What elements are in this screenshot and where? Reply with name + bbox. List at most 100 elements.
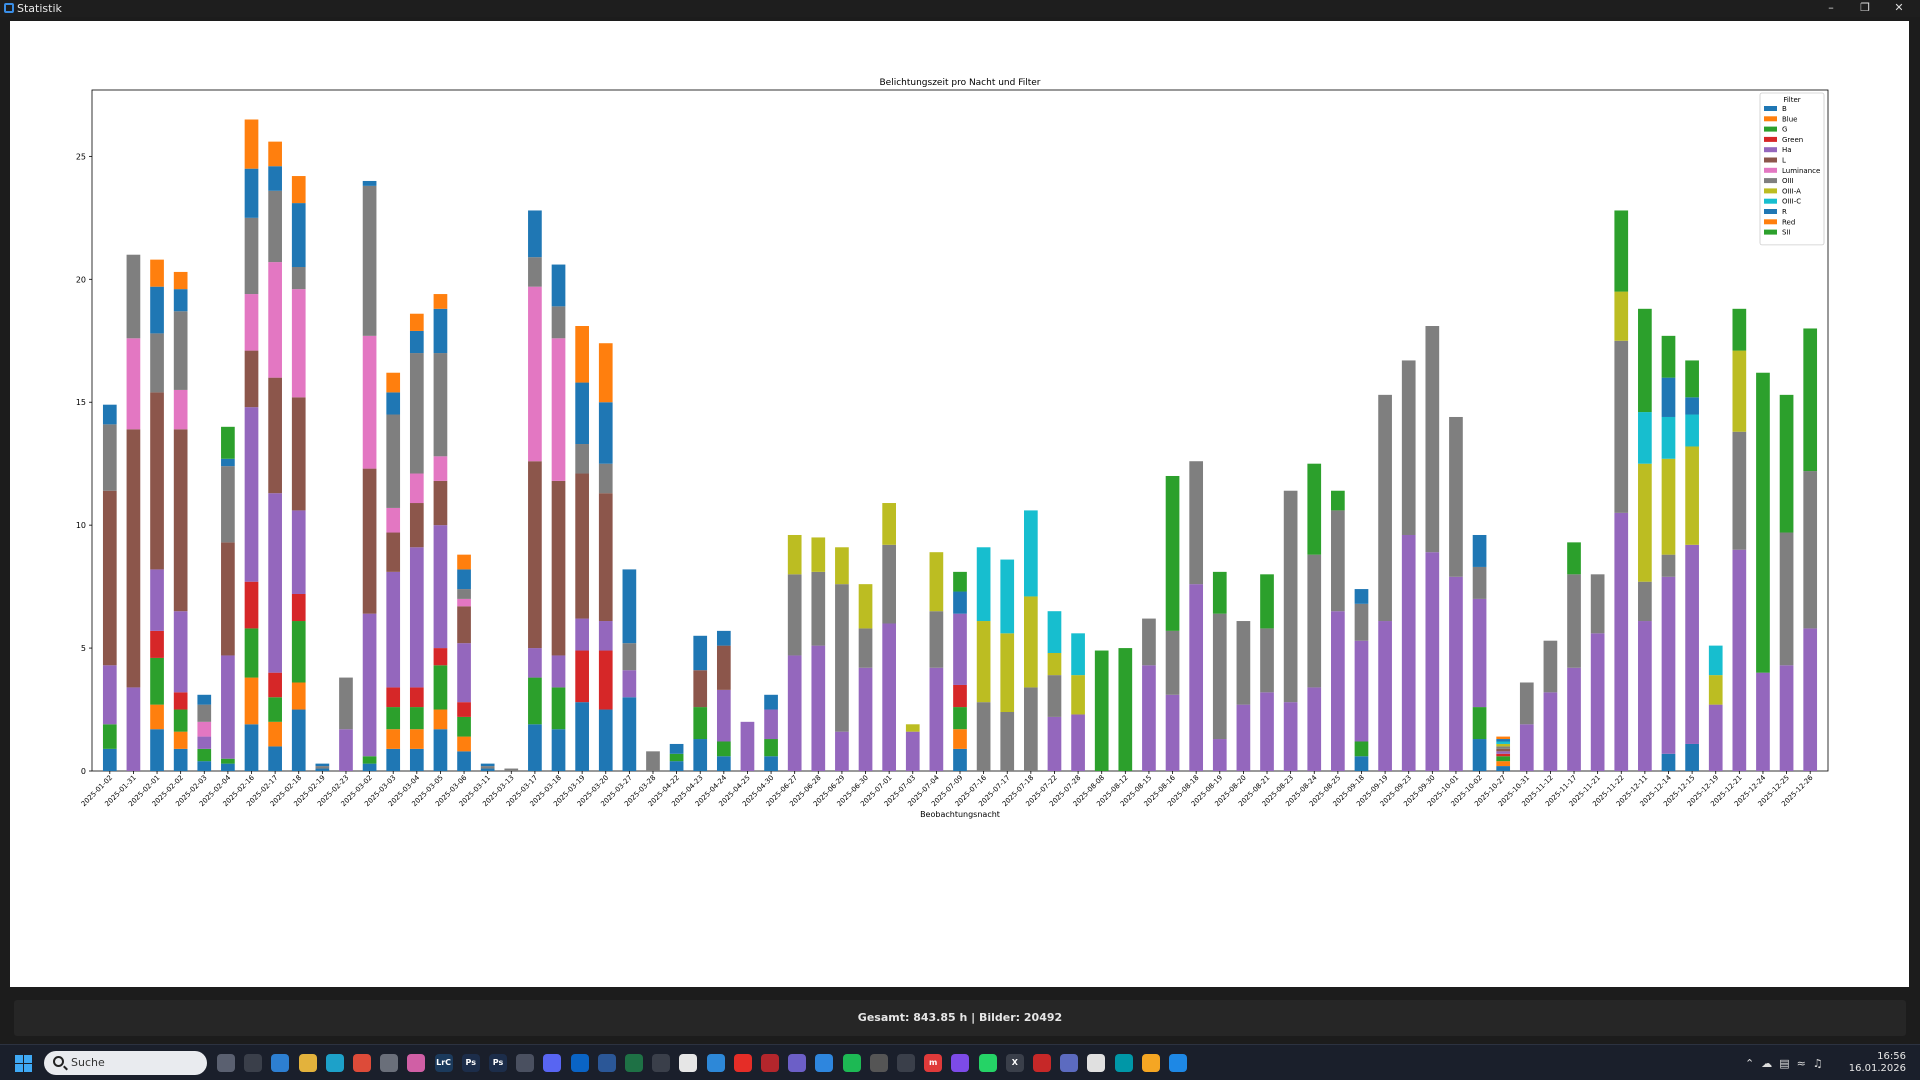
bar-segment-oiii[interactable]: [1661, 554, 1676, 577]
bar-segment-oiii[interactable]: [1331, 510, 1345, 612]
bar-segment-luminance[interactable]: [268, 262, 282, 378]
bar-segment-ha[interactable]: [1661, 576, 1676, 754]
bar-segment-oiii[interactable]: [528, 257, 542, 287]
bar-segment-luminance[interactable]: [551, 338, 566, 481]
bar-segment-b[interactable]: [716, 756, 731, 771]
bar-segment-b[interactable]: [102, 748, 117, 771]
bar-segment-oiii-a[interactable]: [1614, 291, 1629, 341]
bar-segment-blue[interactable]: [433, 709, 448, 730]
app-icon[interactable]: [897, 1054, 915, 1072]
bar-segment-oiii[interactable]: [386, 414, 401, 508]
bar-segment-b[interactable]: [764, 756, 778, 771]
windows-start-icon[interactable]: [15, 1055, 32, 1072]
bar-segment-sii[interactable]: [1331, 490, 1345, 511]
bar-segment-oiii-a[interactable]: [1708, 675, 1723, 705]
bar-segment-oiii[interactable]: [197, 704, 212, 722]
bar-segment-b[interactable]: [1354, 756, 1369, 771]
bar-segment-r[interactable]: [1661, 377, 1676, 417]
taskbar-search[interactable]: Suche: [44, 1051, 207, 1075]
bar-segment-g[interactable]: [197, 748, 212, 762]
bar-segment-b[interactable]: [244, 724, 259, 771]
photoshop-icon[interactable]: Ps: [461, 1054, 480, 1072]
bar-segment-ha[interactable]: [1378, 621, 1392, 771]
bar-segment-g[interactable]: [1496, 756, 1511, 762]
bar-segment-oiii-a[interactable]: [1000, 633, 1015, 712]
bar-segment-b[interactable]: [173, 748, 188, 771]
bar-segment-r[interactable]: [173, 289, 188, 312]
bar-segment-sii[interactable]: [1567, 542, 1581, 575]
bar-segment-ha[interactable]: [1165, 694, 1180, 771]
bar-segment-ha[interactable]: [622, 670, 637, 698]
bar-segment-ha[interactable]: [716, 689, 731, 742]
bar-segment-blue[interactable]: [150, 704, 164, 730]
bar-segment-green[interactable]: [150, 630, 164, 658]
bar-segment-ha[interactable]: [268, 493, 282, 673]
bar-segment-r[interactable]: [622, 569, 637, 644]
bar-segment-oiii-c[interactable]: [976, 547, 991, 622]
bar-segment-g[interactable]: [1472, 707, 1487, 740]
bar-segment-luminance[interactable]: [457, 598, 471, 607]
bar-segment-oiii[interactable]: [315, 766, 330, 769]
bar-segment-oiii[interactable]: [457, 589, 471, 599]
chrome-icon[interactable]: [353, 1054, 371, 1072]
bar-segment-b[interactable]: [1685, 743, 1699, 771]
bar-segment-r[interactable]: [480, 763, 495, 767]
bar-segment-oiii[interactable]: [1260, 628, 1274, 693]
app-icon[interactable]: [1033, 1054, 1051, 1072]
bar-segment-oiii[interactable]: [1142, 618, 1156, 666]
bar-segment-oiii[interactable]: [976, 702, 991, 771]
app-icon[interactable]: [815, 1054, 834, 1072]
bar-segment-red[interactable]: [1496, 736, 1511, 740]
bar-segment-oiii[interactable]: [480, 766, 495, 769]
bar-segment-r[interactable]: [315, 763, 330, 767]
bar-segment-ha[interactable]: [1519, 724, 1534, 771]
bar-segment-l[interactable]: [268, 377, 282, 494]
bar-segment-r[interactable]: [197, 694, 212, 705]
bar-segment-r[interactable]: [291, 203, 306, 268]
app-icon[interactable]: [1114, 1054, 1133, 1072]
bar-segment-oiii[interactable]: [1236, 621, 1251, 705]
bar-segment-r[interactable]: [362, 180, 377, 186]
bar-segment-oiii[interactable]: [1425, 326, 1440, 553]
bar-segment-ha[interactable]: [811, 645, 826, 771]
bar-segment-oiii[interactable]: [646, 751, 660, 771]
bar-segment-oiii[interactable]: [291, 267, 306, 290]
bar-segment-l[interactable]: [126, 429, 141, 688]
bar-segment-green[interactable]: [409, 687, 424, 708]
bar-segment-oiii[interactable]: [1307, 554, 1322, 688]
bar-segment-oiii[interactable]: [1732, 431, 1747, 550]
bar-segment-ha[interactable]: [551, 655, 566, 688]
bar-segment-r[interactable]: [1354, 589, 1369, 604]
bar-segment-ha[interactable]: [1047, 716, 1062, 771]
bar-segment-ha[interactable]: [953, 613, 967, 685]
bar-segment-oiii[interactable]: [504, 768, 519, 771]
bar-segment-ha[interactable]: [1307, 687, 1322, 771]
bar-segment-r[interactable]: [386, 392, 401, 415]
bar-segment-ha[interactable]: [1236, 704, 1251, 771]
bar-segment-oiii[interactable]: [787, 574, 802, 656]
bar-segment-oiii[interactable]: [551, 306, 566, 339]
bar-segment-oiii[interactable]: [244, 217, 259, 295]
bar-segment-oiii-a[interactable]: [929, 552, 944, 612]
bar-segment-ha[interactable]: [102, 665, 117, 725]
bar-segment-b[interactable]: [457, 751, 471, 771]
bar-segment-ha[interactable]: [1142, 665, 1156, 771]
bar-segment-blue[interactable]: [291, 682, 306, 710]
bar-segment-sii[interactable]: [1732, 308, 1747, 351]
bar-segment-g[interactable]: [551, 687, 566, 730]
spotify-icon[interactable]: [842, 1054, 861, 1072]
bar-segment-ha[interactable]: [126, 687, 141, 771]
bar-segment-sii[interactable]: [1661, 335, 1676, 378]
bar-segment-b[interactable]: [362, 763, 377, 771]
bar-segment-ha[interactable]: [787, 655, 802, 771]
bar-segment-g[interactable]: [764, 739, 778, 757]
bar-segment-l[interactable]: [362, 468, 377, 614]
bar-segment-oiii[interactable]: [1047, 675, 1062, 717]
bar-segment-g[interactable]: [528, 677, 542, 725]
bar-segment-g[interactable]: [409, 707, 424, 730]
bar-segment-sii[interactable]: [1260, 574, 1274, 629]
bar-segment-red[interactable]: [598, 343, 613, 403]
bar-segment-ha[interactable]: [1543, 692, 1558, 771]
bar-segment-g[interactable]: [221, 758, 235, 764]
bar-segment-oiii[interactable]: [575, 444, 589, 474]
